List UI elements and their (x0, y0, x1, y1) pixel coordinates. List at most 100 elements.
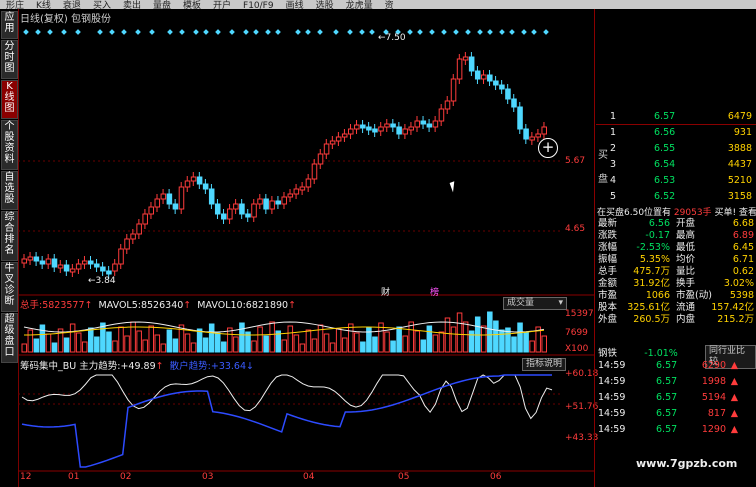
buy-row-3: 4 6.53 5210 (596, 174, 756, 187)
volume-bar-73 (462, 321, 469, 353)
buy-row-3-volume: 5210 (727, 175, 752, 186)
toolbar-item-5[interactable]: 量盘 (147, 2, 177, 10)
zoom-plus-icon[interactable]: + (538, 138, 558, 158)
candle-body-17 (124, 238, 130, 250)
signal-diamond-24 (347, 29, 353, 35)
signal-diamond-6 (109, 29, 115, 35)
toolbar-item-0[interactable]: 形庄 (0, 2, 30, 10)
signal-diamond-1 (35, 29, 41, 35)
order-book-divider (596, 124, 756, 125)
volume-bar-46 (299, 343, 306, 353)
tick-volume-1: 1998 (701, 376, 726, 387)
volume-bar-51 (329, 342, 336, 353)
event-bang-label[interactable]: 榜 (430, 285, 439, 298)
retail-trend-label: 散户趋势: (169, 361, 211, 372)
volume-bar-32 (214, 332, 221, 353)
toolbar-item-9[interactable]: 画线 (280, 2, 310, 10)
signal-diamond-5 (97, 29, 103, 35)
low-price-marker: ←3.84 (88, 276, 116, 286)
quote-key2-8: 内盘 (676, 314, 696, 325)
toolbar-item-2[interactable]: 衰退 (57, 2, 87, 10)
volume-bar-27 (184, 333, 191, 353)
sector-change: -1.01% (644, 348, 678, 359)
left-tab-0[interactable]: 应用 (1, 11, 18, 39)
buy-row-4-price: 6.52 (654, 191, 676, 202)
volume-bar-84 (529, 340, 535, 353)
toolbar-item-6[interactable]: 模板 (177, 2, 207, 10)
left-tab-6[interactable]: 牛叉诊断 (1, 262, 18, 312)
signal-diamond-13 (203, 29, 209, 35)
candle-body-15 (112, 263, 118, 272)
candle-body-84 (529, 136, 535, 141)
buy-row-2-volume: 4437 (727, 159, 752, 170)
up-arrow-icon: ▲ (730, 408, 738, 419)
toolbar-item-10[interactable]: 选股 (310, 2, 340, 10)
candle-body-81 (511, 98, 517, 108)
buy-row-1: 2 6.55 3888 (596, 142, 756, 155)
mavol10-value: 6821890 (245, 300, 289, 311)
volume-total: 5823577 (42, 300, 85, 311)
candle-body-9 (75, 263, 82, 270)
left-tab-2[interactable]: K线图 (1, 80, 18, 119)
left-tab-7[interactable]: 超级盘口 (1, 313, 18, 363)
event-cai-label[interactable]: 财 (381, 285, 390, 298)
signal-diamond-10 (167, 29, 173, 35)
candle-body-25 (172, 203, 179, 210)
left-tab-5[interactable]: 综合排名 (1, 211, 18, 261)
buy-row-3-level: 4 (610, 175, 617, 186)
toolbar-item-8[interactable]: F10/F9 (237, 2, 280, 10)
buy-row-1-level: 2 (610, 143, 617, 154)
high-price-value: 7.50 (385, 33, 406, 43)
signal-diamond-16 (243, 29, 249, 35)
volume-bar-78 (493, 320, 499, 353)
signal-diamond-18 (265, 29, 271, 35)
volume-bar-81 (511, 336, 517, 353)
buy-row-2: 3 6.54 4437 (596, 158, 756, 171)
price-axis-567: 5.67 (565, 156, 586, 166)
candle-body-31 (208, 188, 215, 205)
toolbar-item-1[interactable]: K线 (30, 2, 57, 10)
candle-body-67 (426, 123, 433, 128)
volume-bar-8 (69, 323, 76, 353)
toolbar-item-4[interactable]: 卖出 (117, 2, 147, 10)
high-price-marker: ←7.50 (378, 33, 406, 43)
signal-diamond-36 (487, 29, 493, 35)
volume-bar-49 (317, 324, 324, 353)
candle-body-50 (323, 143, 330, 155)
volume-bar-61 (390, 340, 396, 353)
up-arrow-icon: ▲ (730, 424, 738, 435)
left-tab-4[interactable]: 自选股 (1, 171, 18, 210)
indicator-explain-button[interactable]: 指标说明 (522, 358, 567, 371)
toolbar-item-3[interactable]: 买入 (87, 2, 117, 10)
volume-bar-70 (444, 317, 451, 353)
signal-diamond-2 (47, 29, 53, 35)
volume-bar-17 (124, 335, 130, 353)
volume-indicator-dropdown[interactable]: 成交量 ▾ (503, 297, 567, 310)
sell-row-0-price: 6.57 (654, 111, 676, 122)
indicator-header: 筹码集中_BU 主力趋势:+49.89↑ 散户趋势:+33.64↓ (20, 361, 254, 372)
toolbar-item-11[interactable]: 龙虎量 (340, 2, 379, 10)
candle-body-72 (456, 58, 463, 80)
candle-body-61 (390, 123, 396, 128)
signal-diamond-3 (61, 29, 67, 35)
left-tab-3[interactable]: 个股资料 (1, 120, 18, 170)
volume-bar-9 (75, 332, 82, 353)
volume-bar-1 (27, 329, 34, 353)
signal-diamond-38 (509, 29, 515, 35)
candle-body-29 (196, 176, 203, 185)
candle-body-80 (505, 88, 511, 100)
left-tab-1[interactable]: 分时图 (1, 40, 18, 79)
toolbar-item-12[interactable]: 资 (379, 2, 400, 10)
candle-body-23 (160, 193, 167, 200)
volume-bar-54 (347, 323, 354, 353)
buy-row-0-price: 6.56 (654, 127, 676, 138)
toolbar-item-7[interactable]: 开户 (207, 2, 237, 10)
kline-chart[interactable] (18, 9, 594, 487)
signal-diamond-8 (135, 29, 141, 35)
quote-value2-8: 215.2万 (717, 314, 754, 325)
tick-row-0: 14:59 6.57 6290 ▲ (596, 359, 756, 372)
volume-bar-56 (360, 341, 366, 353)
candle-body-44 (287, 193, 294, 198)
tick-time-3: 14:59 (598, 408, 626, 419)
candle-body-43 (281, 196, 288, 205)
